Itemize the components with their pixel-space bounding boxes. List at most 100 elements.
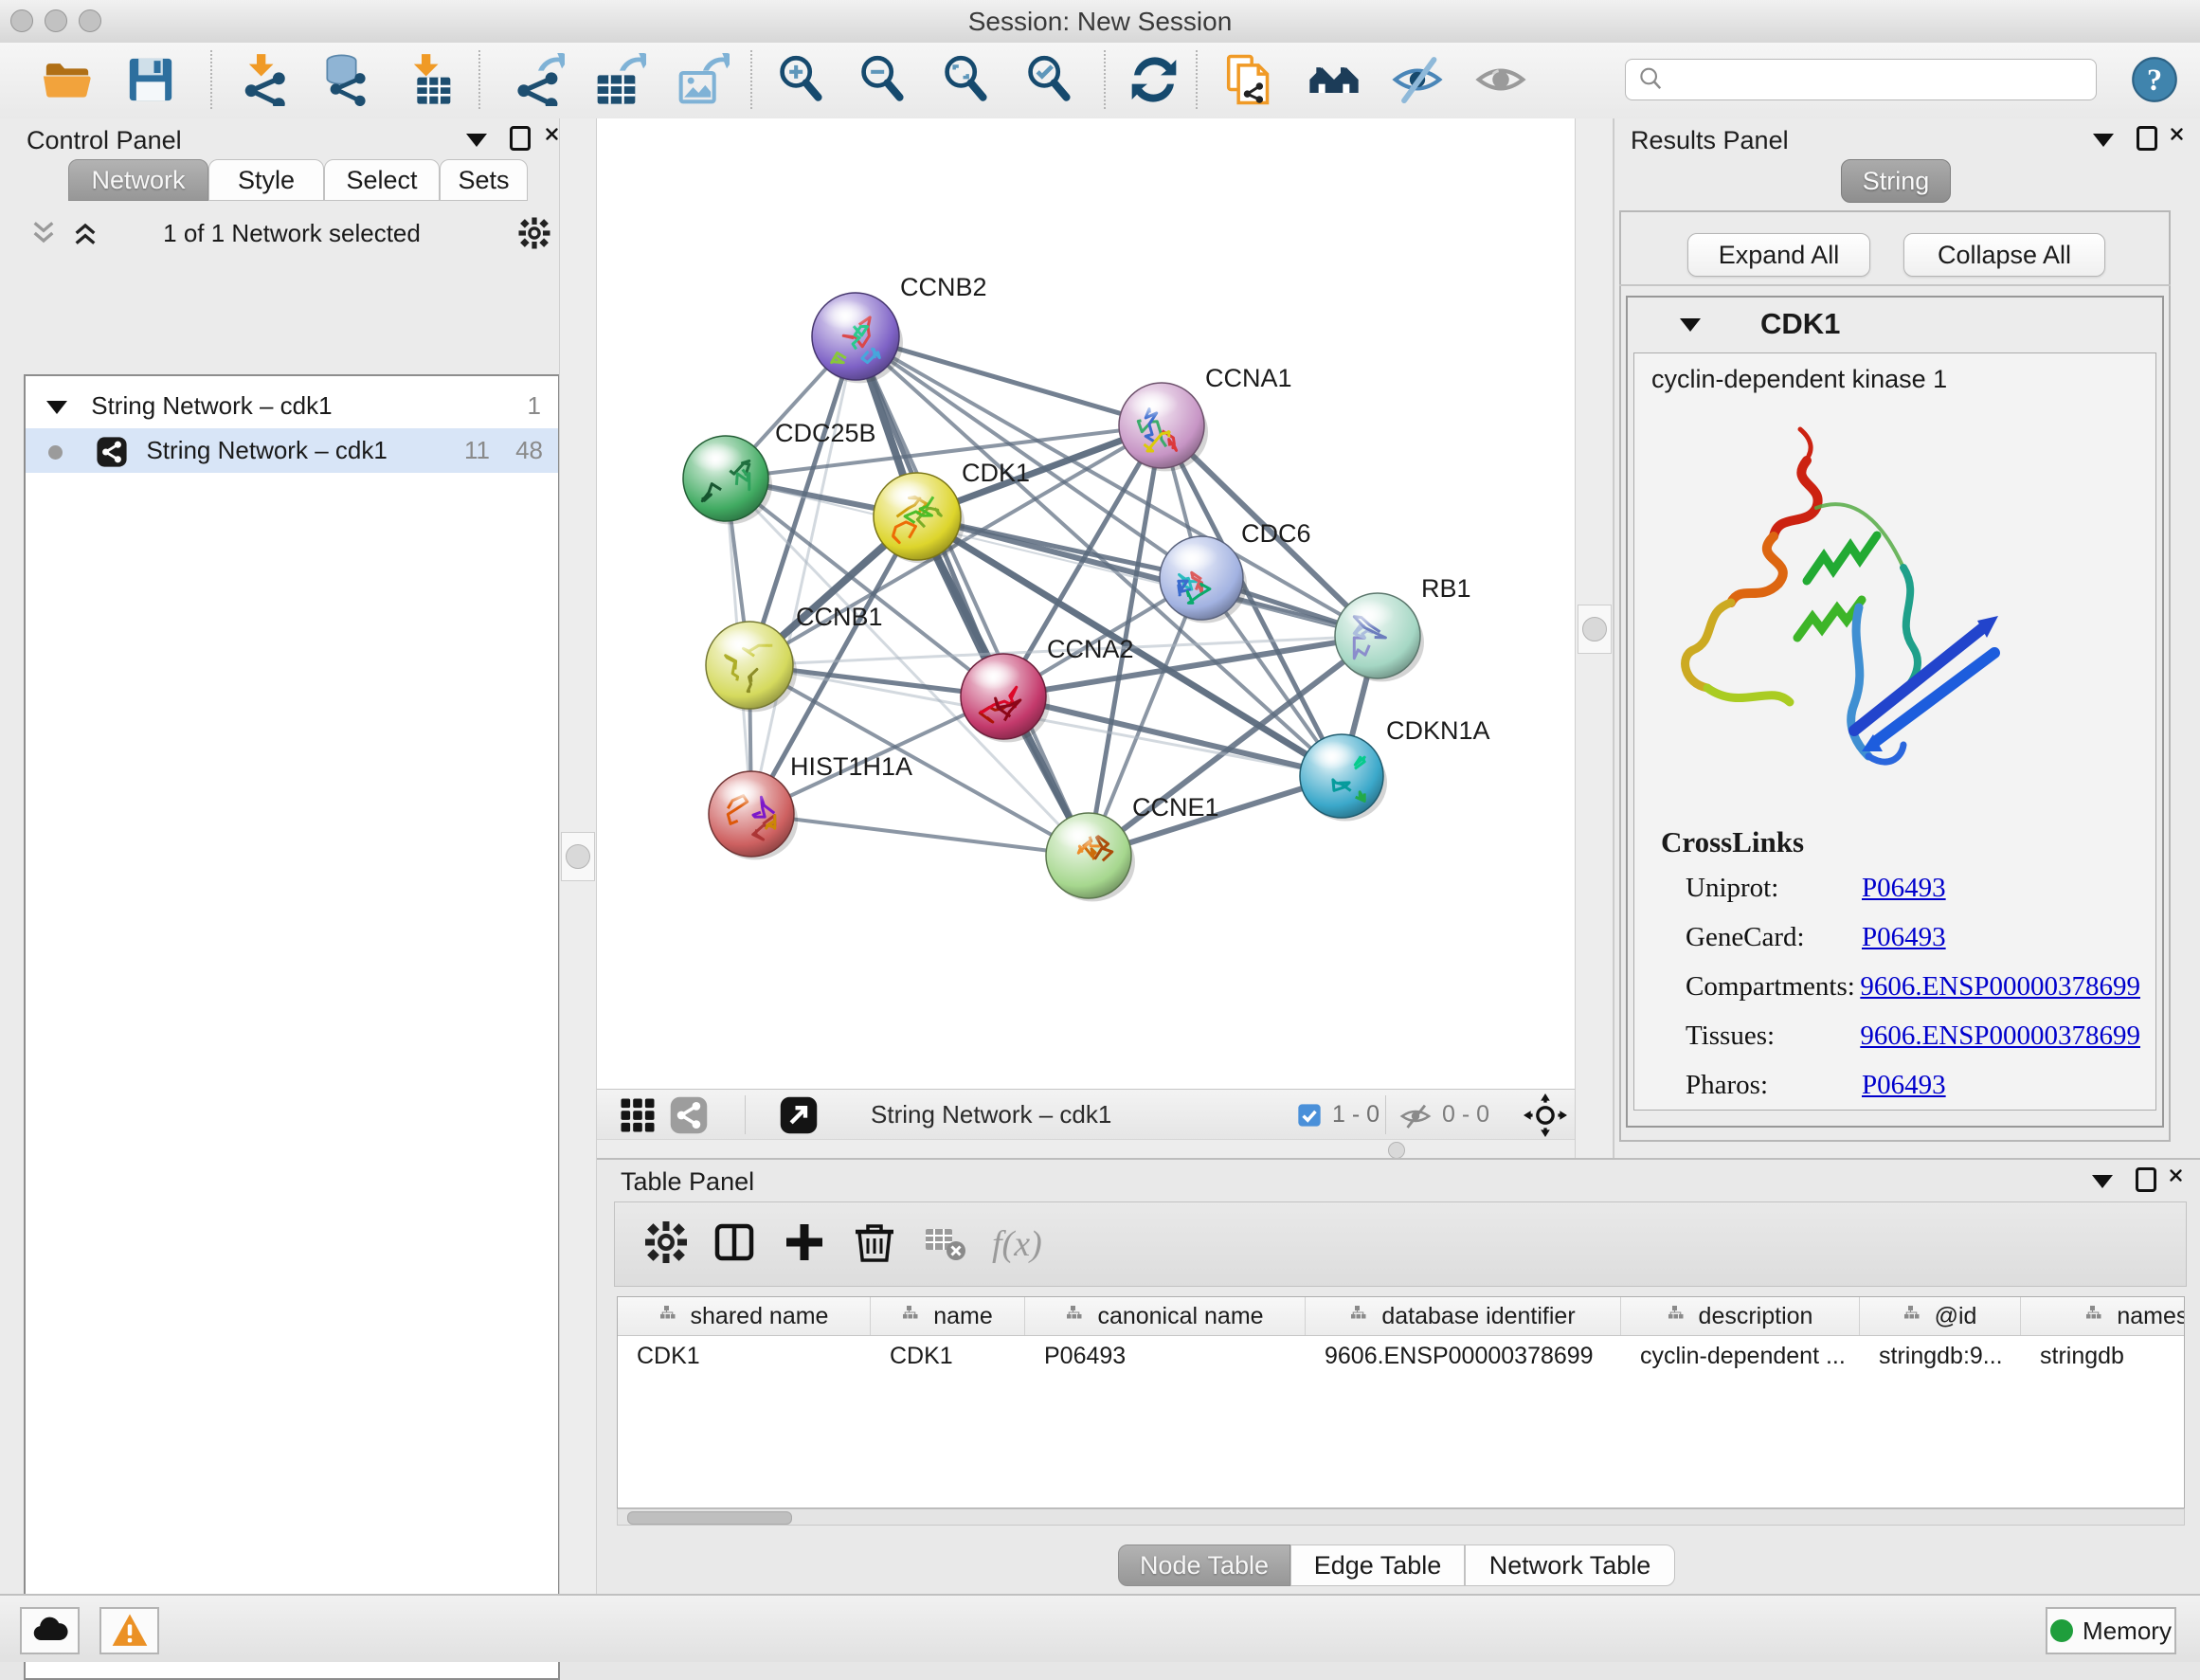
network-canvas[interactable]: CCNB2CCNA1CDC25BCDK1CDC6RB1CCNB1CCNA2CDK… xyxy=(597,118,1575,1089)
string-query-icon[interactable] xyxy=(1224,53,1277,106)
tab-node-table[interactable]: Node Table xyxy=(1118,1545,1290,1586)
tab-select[interactable]: Select xyxy=(324,159,440,201)
table-panel-collapse-icon[interactable] xyxy=(2092,1175,2113,1188)
left-splitter[interactable] xyxy=(559,118,597,1594)
zoom-out-icon[interactable] xyxy=(857,53,910,106)
table-cell[interactable]: cyclin-dependent ... xyxy=(1621,1336,1860,1376)
network-row[interactable]: String Network – cdk1 11 48 xyxy=(26,428,558,473)
grid-view-icon[interactable] xyxy=(618,1095,658,1135)
network-node-CDC6[interactable] xyxy=(1160,536,1247,623)
open-session-icon[interactable] xyxy=(41,53,94,106)
network-node-CCNA1[interactable] xyxy=(1119,383,1208,471)
expand-all-button[interactable]: Expand All xyxy=(1687,233,1870,277)
network-node-RB1[interactable] xyxy=(1335,593,1424,681)
show-columns-icon[interactable] xyxy=(712,1219,761,1269)
table-cell[interactable]: 9606.ENSP00000378699 xyxy=(1306,1336,1621,1376)
network-badge-icon[interactable] xyxy=(669,1095,709,1135)
results-panel-float-icon[interactable] xyxy=(2137,126,2157,151)
collapse-all-button[interactable]: Collapse All xyxy=(1903,233,2105,277)
zoom-fit-icon[interactable] xyxy=(940,53,993,106)
table-cell[interactable]: stringdb xyxy=(2021,1336,2185,1376)
network-node-CDK1[interactable] xyxy=(874,473,965,563)
column-header-sharedname[interactable]: shared name xyxy=(618,1297,871,1335)
search-input[interactable] xyxy=(1668,65,2096,95)
right-splitter-grip[interactable] xyxy=(1578,605,1612,654)
column-header-namespace[interactable]: namespace xyxy=(2021,1297,2185,1335)
results-panel-close-icon[interactable] xyxy=(2169,126,2185,142)
protein-group-collapse-icon[interactable] xyxy=(1680,318,1701,332)
selected-checkbox-icon[interactable] xyxy=(1296,1102,1323,1129)
network-edge[interactable] xyxy=(751,814,1089,856)
tab-network[interactable]: Network xyxy=(68,159,208,201)
show-all-icon[interactable] xyxy=(1474,53,1527,106)
table-settings-gear-icon[interactable] xyxy=(643,1219,693,1269)
crosslink-link[interactable]: P06493 xyxy=(1862,922,1946,952)
zoom-selected-icon[interactable] xyxy=(1023,53,1076,106)
results-panel-collapse-icon[interactable] xyxy=(2093,134,2114,147)
scrollbar-thumb[interactable] xyxy=(627,1511,792,1525)
table-row[interactable]: CDK1CDK1P064939606.ENSP00000378699cyclin… xyxy=(618,1336,2184,1376)
tab-style[interactable]: Style xyxy=(208,159,324,201)
table-cell[interactable]: stringdb:9... xyxy=(1860,1336,2021,1376)
column-header-id[interactable]: @id xyxy=(1860,1297,2021,1335)
tab-sets[interactable]: Sets xyxy=(440,159,528,201)
network-node-CCNE1[interactable] xyxy=(1046,813,1135,901)
network-edge[interactable] xyxy=(1003,696,1342,776)
help-button[interactable]: ? xyxy=(2130,55,2183,108)
refresh-icon[interactable] xyxy=(1127,53,1181,106)
table-horizontal-scrollbar[interactable] xyxy=(617,1508,2185,1526)
detach-view-icon[interactable] xyxy=(779,1095,819,1135)
crosslink-link[interactable]: 9606.ENSP00000378699 xyxy=(1860,971,2140,1002)
memory-button[interactable]: Memory xyxy=(2046,1607,2176,1654)
export-image-icon[interactable] xyxy=(676,53,730,106)
network-edge[interactable] xyxy=(751,336,856,814)
zoom-in-icon[interactable] xyxy=(775,53,828,106)
network-options-gear-icon[interactable] xyxy=(517,216,551,250)
control-panel-collapse-icon[interactable] xyxy=(466,134,487,147)
bottom-splitter[interactable] xyxy=(597,1139,1575,1158)
import-network-file-icon[interactable] xyxy=(237,53,290,106)
collection-expand-icon[interactable] xyxy=(46,401,67,414)
table-panel-close-icon[interactable] xyxy=(2168,1167,2184,1183)
tab-edge-table[interactable]: Edge Table xyxy=(1290,1545,1465,1586)
import-table-file-icon[interactable] xyxy=(402,53,455,106)
hidden-eye-icon[interactable] xyxy=(1399,1100,1432,1132)
network-node-CDC25B[interactable] xyxy=(683,436,772,524)
search-box[interactable] xyxy=(1625,59,2097,100)
first-neighbors-icon[interactable] xyxy=(1307,53,1361,106)
crosslink-link[interactable]: P06493 xyxy=(1862,1070,1946,1100)
network-node-HIST1H1A[interactable] xyxy=(709,771,798,859)
column-header-canonicalname[interactable]: canonical name xyxy=(1025,1297,1306,1335)
warnings-button[interactable] xyxy=(99,1607,159,1654)
right-splitter[interactable] xyxy=(1575,118,1614,1158)
table-cell[interactable]: CDK1 xyxy=(618,1336,871,1376)
control-panel-float-icon[interactable] xyxy=(510,126,531,151)
fit-content-crosshair-icon[interactable] xyxy=(1524,1093,1567,1137)
crosslink-link[interactable]: P06493 xyxy=(1862,873,1946,903)
table-cell[interactable]: P06493 xyxy=(1025,1336,1306,1376)
control-panel-close-icon[interactable] xyxy=(544,126,560,142)
column-header-name[interactable]: name xyxy=(871,1297,1025,1335)
table-cell[interactable]: CDK1 xyxy=(871,1336,1025,1376)
export-network-icon[interactable] xyxy=(512,53,565,106)
node-table[interactable]: shared namenamecanonical namedatabase id… xyxy=(617,1296,2185,1508)
cloud-button[interactable] xyxy=(20,1607,80,1654)
export-table-icon[interactable] xyxy=(593,53,646,106)
save-session-icon[interactable] xyxy=(124,53,177,106)
table-panel-float-icon[interactable] xyxy=(2136,1167,2156,1192)
network-collection-row[interactable]: String Network – cdk1 1 xyxy=(26,384,558,428)
bottom-splitter-grip[interactable] xyxy=(1388,1142,1405,1159)
tab-string[interactable]: String xyxy=(1841,159,1951,203)
column-header-databaseidentifier[interactable]: database identifier xyxy=(1306,1297,1621,1335)
tab-network-table[interactable]: Network Table xyxy=(1465,1545,1675,1586)
network-node-CDKN1A[interactable] xyxy=(1300,734,1387,821)
network-node-CCNA2[interactable] xyxy=(961,654,1050,742)
add-column-icon[interactable] xyxy=(782,1219,831,1269)
column-header-description[interactable]: description xyxy=(1621,1297,1860,1335)
left-splitter-grip[interactable] xyxy=(561,832,595,881)
hide-selected-icon[interactable] xyxy=(1391,53,1444,106)
node-label-CDKN1A: CDKN1A xyxy=(1386,716,1490,745)
import-network-database-icon[interactable] xyxy=(318,53,371,106)
delete-column-icon[interactable] xyxy=(852,1219,901,1269)
crosslink-link[interactable]: 9606.ENSP00000378699 xyxy=(1860,1021,2140,1051)
